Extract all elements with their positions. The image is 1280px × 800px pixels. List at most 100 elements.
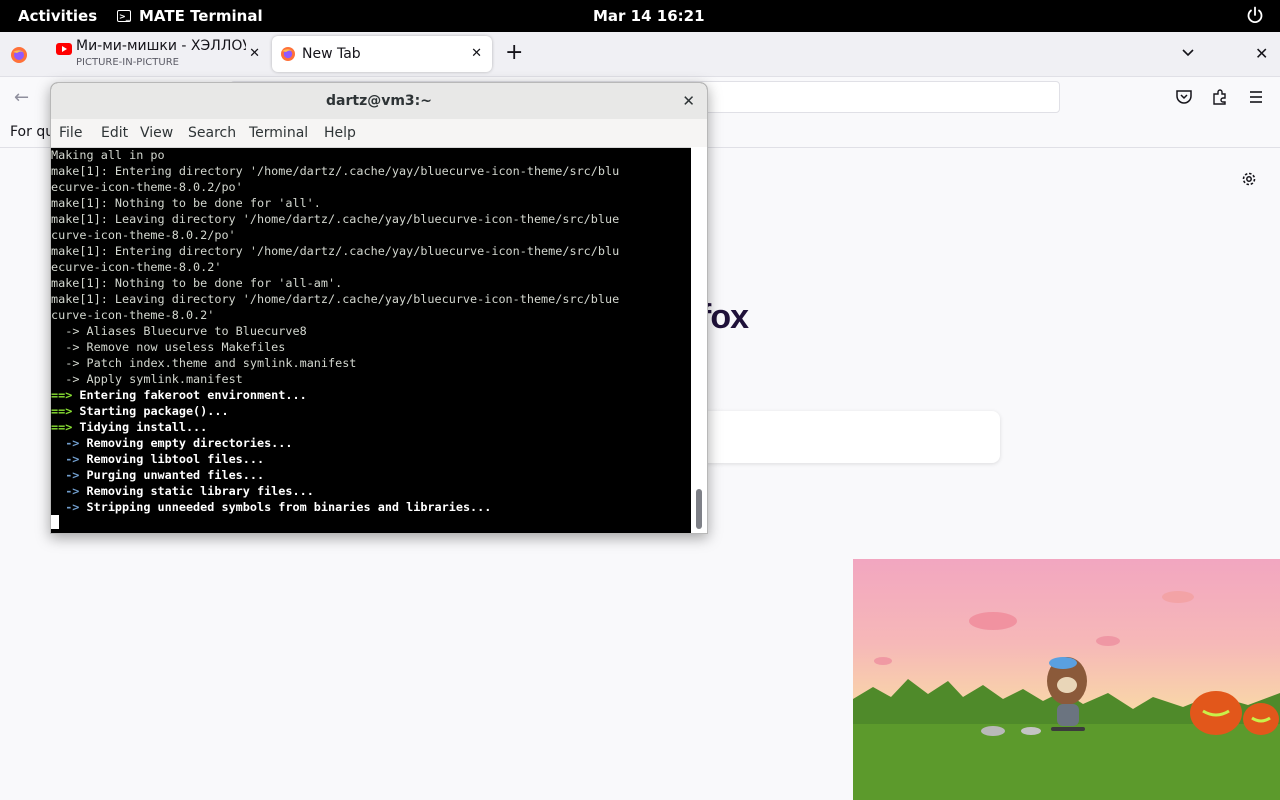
activities-button[interactable]: Activities [18,7,97,25]
terminal-line: make[1]: Nothing to be done for 'all'. [51,195,691,211]
terminal-prompt-line [51,515,691,531]
pocket-icon[interactable] [1175,88,1193,106]
tab-new-tab[interactable]: New Tab ✕ [272,36,492,72]
terminal-line-text: Purging unwanted files... [79,468,265,482]
terminal-line-text: -> Aliases Bluecurve to Bluecurve8 [65,324,307,338]
terminal-line: make[1]: Leaving directory '/home/dartz/… [51,291,691,307]
tab-youtube[interactable]: Ми-ми-мишки - ХЭЛЛОУИН PICTURE-IN-PICTUR… [44,36,270,72]
terminal-window[interactable]: dartz@vm3:~ ✕ File Edit View Search Term… [50,82,708,534]
terminal-line-text: curve-icon-theme-8.0.2/po' [51,228,236,242]
terminal-line: -> Removing libtool files... [51,451,691,467]
terminal-output[interactable]: Making all in po make[1]: Entering direct… [51,147,691,533]
menu-view[interactable]: View [140,125,173,141]
bookmarks-label[interactable]: For qu [10,124,54,140]
tab-subtitle: PICTURE-IN-PICTURE [76,57,179,68]
terminal-line-prefix: ==> [51,404,73,418]
terminal-line-text: make[1]: Nothing to be done for 'all-am'… [51,276,343,290]
terminal-line: curve-icon-theme-8.0.2' [51,307,691,323]
terminal-line: make[1]: Nothing to be done for 'all-am'… [51,275,691,291]
tab-title: New Tab [302,46,361,62]
gnome-top-bar: Activities >_ MATE Terminal Mar 14 16:21 [0,0,1280,32]
terminal-line-text: Stripping unneeded symbols from binaries… [79,500,492,514]
firefox-tab-strip: Ми-ми-мишки - ХЭЛЛОУИН PICTURE-IN-PICTUR… [0,32,1280,77]
close-tab-icon[interactable]: ✕ [471,46,482,61]
terminal-line-text: Removing empty directories... [79,436,293,450]
terminal-line-prefix: ==> [51,388,73,402]
terminal-line-text: make[1]: Entering directory '/home/dartz… [51,164,620,178]
terminal-line-prefix: -> [51,484,80,498]
terminal-scrollbar[interactable] [691,147,707,533]
terminal-line: Making all in po [51,147,691,163]
new-tab-button[interactable]: + [505,42,523,64]
firefox-icon [281,47,295,61]
terminal-line: -> Patch index.theme and symlink.manifes… [51,355,691,371]
terminal-line-prefix: -> [51,468,80,482]
hamburger-menu-icon[interactable] [1247,88,1265,106]
clock[interactable]: Mar 14 16:21 [593,7,705,25]
terminal-line-text: Starting package()... [72,404,229,418]
terminal-line-text: curve-icon-theme-8.0.2' [51,308,215,322]
terminal-line-prefix [51,340,65,354]
terminal-line-text: Tidying install... [72,420,208,434]
gear-icon[interactable] [1240,170,1258,188]
terminal-line-prefix [51,372,65,386]
terminal-line: make[1]: Leaving directory '/home/dartz/… [51,211,691,227]
terminal-line: curve-icon-theme-8.0.2/po' [51,227,691,243]
close-icon[interactable]: ✕ [682,83,695,119]
tab-title: Ми-ми-мишки - ХЭЛЛОУИН [76,38,246,54]
terminal-line-text: make[1]: Leaving directory '/home/dartz/… [51,292,620,306]
menu-help[interactable]: Help [324,125,356,141]
menu-search[interactable]: Search [188,125,236,141]
terminal-line-prefix: -> [51,436,80,450]
terminal-line: -> Apply symlink.manifest [51,371,691,387]
menu-edit[interactable]: Edit [101,125,128,141]
terminal-line-prefix: -> [51,500,80,514]
terminal-line: ecurve-icon-theme-8.0.2' [51,259,691,275]
terminal-line: -> Removing empty directories... [51,435,691,451]
terminal-line-text: Removing static library files... [79,484,314,498]
terminal-line-text: Removing libtool files... [79,452,265,466]
cartoon-scene [853,591,1280,800]
terminal-title: dartz@vm3:~ [326,93,432,109]
terminal-line: make[1]: Entering directory '/home/dartz… [51,163,691,179]
terminal-line: -> Stripping unneeded symbols from binar… [51,499,691,515]
terminal-line-text: make[1]: Leaving directory '/home/dartz/… [51,212,620,226]
terminal-line: -> Aliases Bluecurve to Bluecurve8 [51,323,691,339]
terminal-line: ==> Entering fakeroot environment... [51,387,691,403]
back-arrow-icon[interactable]: ← [14,87,29,108]
scrollbar-thumb[interactable] [696,489,702,529]
close-tab-icon[interactable]: ✕ [249,46,260,61]
terminal-line-prefix: ==> [51,420,73,434]
terminal-titlebar[interactable]: dartz@vm3:~ ✕ [51,83,707,119]
terminal-line-text: -> Remove now useless Makefiles [65,340,286,354]
terminal-line-text: ecurve-icon-theme-8.0.2/po' [51,180,243,194]
picture-in-picture-video[interactable] [853,559,1280,800]
terminal-line-prefix [51,356,65,370]
menu-file[interactable]: File [59,125,82,141]
terminal-line-text: Making all in po [51,148,165,162]
terminal-line: ==> Starting package()... [51,403,691,419]
close-window-icon[interactable]: ✕ [1255,44,1268,63]
terminal-line: make[1]: Entering directory '/home/dartz… [51,243,691,259]
terminal-line: ==> Tidying install... [51,419,691,435]
power-icon[interactable] [1246,6,1264,24]
app-menu-button[interactable]: >_ MATE Terminal [117,7,263,25]
terminal-line-text: -> Patch index.theme and symlink.manifes… [65,356,357,370]
terminal-text: Making all in po make[1]: Entering direct… [51,147,691,531]
terminal-line-text: Entering fakeroot environment... [72,388,307,402]
terminal-line-text: make[1]: Entering directory '/home/dartz… [51,244,620,258]
terminal-icon: >_ [117,10,131,22]
youtube-icon [56,43,72,55]
extensions-icon[interactable] [1211,88,1229,106]
terminal-line: ecurve-icon-theme-8.0.2/po' [51,179,691,195]
terminal-line: -> Remove now useless Makefiles [51,339,691,355]
chevron-down-icon[interactable] [1181,46,1195,60]
terminal-line-text: ecurve-icon-theme-8.0.2' [51,260,222,274]
terminal-menubar: File Edit View Search Terminal Help [51,119,707,148]
terminal-line-prefix [51,324,65,338]
menu-terminal[interactable]: Terminal [249,125,308,141]
terminal-line-prefix: -> [51,452,80,466]
firefox-view-icon[interactable] [10,46,28,64]
text-cursor [51,515,59,529]
terminal-line: -> Purging unwanted files... [51,467,691,483]
